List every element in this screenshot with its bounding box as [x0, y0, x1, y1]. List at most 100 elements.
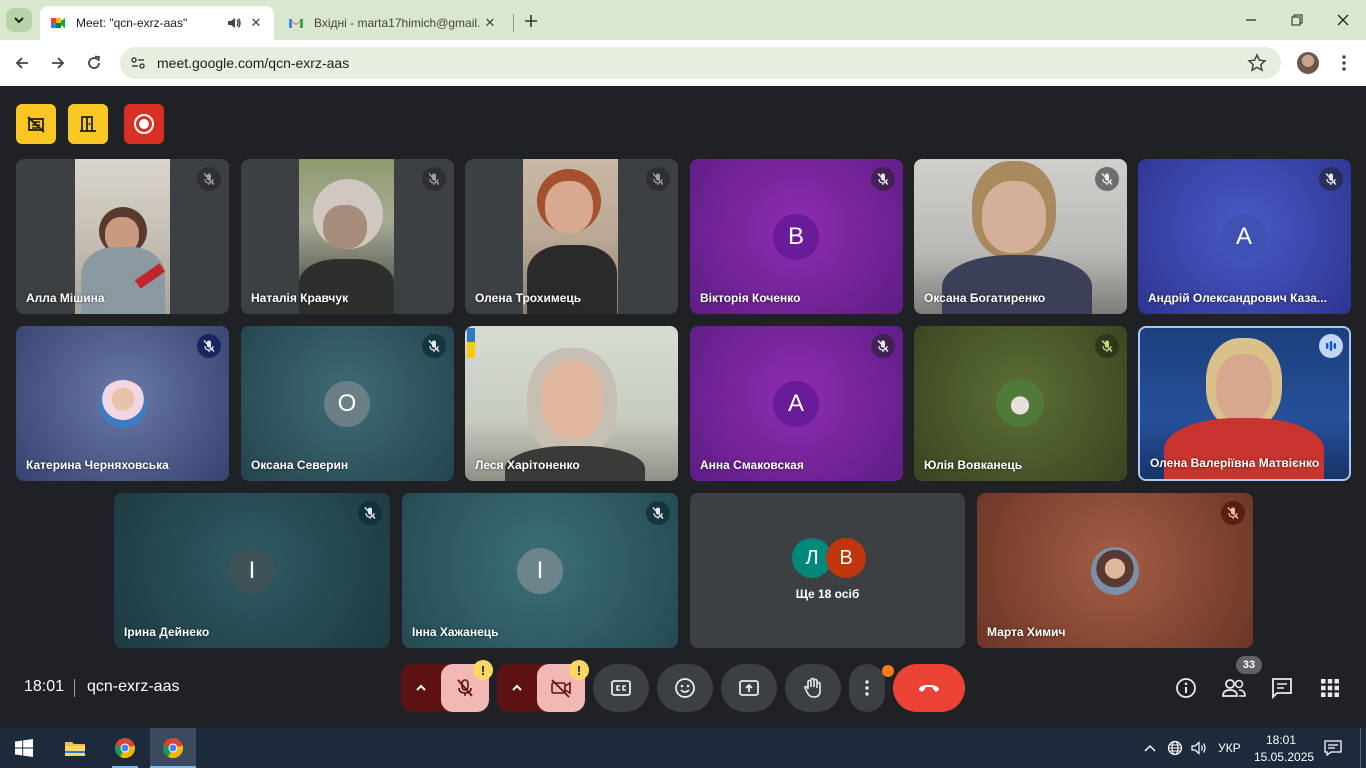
forward-button[interactable] [44, 49, 72, 77]
participant-tile[interactable]: А Андрій Олександрович Каза... [1138, 159, 1351, 314]
gmail-icon [289, 19, 303, 28]
participant-name: Юлія Вовканець [924, 458, 1023, 472]
mic-off-icon [877, 340, 889, 352]
close-icon[interactable]: ✕ [248, 15, 264, 31]
close-window-button[interactable] [1320, 0, 1366, 40]
mic-off-icon [457, 679, 473, 697]
meet-main: Алла Мішина Наталія Кравчук Олена Трохим… [0, 87, 1366, 728]
participant-avatar: В [826, 538, 866, 578]
audio-options-button[interactable] [401, 664, 441, 712]
notification-icon [1324, 740, 1342, 757]
raise-hand-button[interactable] [785, 664, 841, 712]
muted-mic-indicator [197, 167, 221, 191]
participant-tile[interactable]: Оксана Богатиренко [914, 159, 1127, 314]
taskbar-chrome-2[interactable] [150, 728, 196, 768]
host-controls-indicator[interactable] [68, 104, 108, 144]
captions-button[interactable] [593, 664, 649, 712]
url-text[interactable]: meet.google.com/qcn-exrz-aas [157, 55, 349, 71]
profile-avatar[interactable] [1297, 52, 1319, 74]
participant-tile[interactable]: Катерина Черняховська [16, 326, 229, 481]
close-icon [1337, 14, 1349, 26]
arrow-right-icon [52, 57, 65, 69]
minimize-icon [1246, 19, 1256, 21]
participant-tile[interactable]: Марта Химич [977, 493, 1253, 648]
taskbar-chrome-1[interactable] [102, 728, 148, 768]
no-feed-icon [27, 116, 45, 133]
present-screen-button[interactable] [721, 664, 777, 712]
taskbar-file-explorer[interactable] [52, 728, 98, 768]
participant-name: Вікторія Коченко [700, 291, 801, 305]
windows-taskbar: УКР 18:01 15.05.2025 [0, 728, 1366, 768]
show-hidden-icons-button[interactable] [1140, 728, 1160, 768]
participant-tile[interactable]: Алла Мішина [16, 159, 229, 314]
volume-control[interactable] [1188, 728, 1210, 768]
audio-level-icon [1326, 341, 1336, 351]
new-tab-button[interactable] [520, 10, 542, 32]
chevron-up-icon [416, 684, 426, 691]
address-bar[interactable]: meet.google.com/qcn-exrz-aas [120, 47, 1281, 79]
emoji-icon [675, 678, 695, 698]
video-options-button[interactable] [497, 664, 537, 712]
participant-name: Леся Харітоненко [475, 458, 580, 472]
reload-button[interactable] [80, 49, 108, 77]
participant-tile[interactable]: І Інна Хажанець [402, 493, 678, 648]
people-button[interactable] [1220, 674, 1248, 702]
speaker-icon[interactable] [226, 15, 242, 31]
google-meet-icon [51, 18, 65, 28]
tab-meet[interactable]: Meet: "qcn-exrz-aas" ✕ [40, 6, 274, 40]
participant-avatar: А [773, 381, 819, 427]
participant-count-badge: 33 [1236, 656, 1262, 674]
participant-tile[interactable]: Наталія Кравчук [241, 159, 454, 314]
participant-tile-speaking[interactable]: Олена Валеріївна Матвієнко [1138, 326, 1351, 481]
participant-tile[interactable]: Юлія Вовканець [914, 326, 1127, 481]
action-center-button[interactable] [1318, 728, 1348, 768]
closed-captions-icon [611, 680, 631, 696]
tab-search-button[interactable] [6, 8, 32, 32]
chat-button[interactable] [1268, 674, 1296, 702]
recording-indicator[interactable] [124, 104, 164, 144]
activities-button[interactable] [1316, 674, 1344, 702]
input-language[interactable]: УКР [1218, 741, 1241, 755]
restore-button[interactable] [1274, 0, 1320, 40]
start-button[interactable] [0, 728, 48, 768]
show-desktop-button[interactable] [1360, 728, 1366, 768]
call-end-icon [919, 685, 939, 692]
muted-mic-indicator [646, 167, 670, 191]
network-status[interactable] [1164, 728, 1186, 768]
arrow-left-icon [15, 57, 28, 69]
meeting-details-button[interactable] [1172, 674, 1200, 702]
camera-off-icon [551, 679, 571, 698]
participant-name: Олена Валеріївна Матвієнко [1150, 456, 1320, 470]
participant-tile[interactable]: В Вікторія Коченко [690, 159, 903, 314]
participant-tile[interactable]: О Оксана Северин [241, 326, 454, 481]
participant-name: Катерина Черняховська [26, 458, 169, 472]
participant-tile[interactable]: І Ірина Дейнеко [114, 493, 390, 648]
chrome-icon [162, 738, 184, 759]
mic-off-icon [364, 507, 376, 519]
no-video-feed-indicator[interactable] [16, 104, 56, 144]
divider [74, 679, 75, 697]
bookmark-star-icon[interactable] [1247, 53, 1267, 73]
participant-name: Оксана Богатиренко [924, 291, 1046, 305]
browser-menu-button[interactable] [1334, 50, 1354, 76]
close-icon[interactable]: ✕ [482, 15, 498, 31]
participant-tile[interactable]: А Анна Смаковская [690, 326, 903, 481]
info-icon [1176, 678, 1196, 698]
tab-gmail[interactable]: Вхідні - marta17himich@gmail. ✕ [278, 6, 508, 40]
participant-tile[interactable]: Леся Харітоненко [465, 326, 678, 481]
site-settings-icon[interactable] [130, 55, 146, 71]
reload-icon [88, 55, 101, 69]
minimize-button[interactable] [1228, 0, 1274, 40]
hand-icon [804, 677, 821, 698]
taskbar-time[interactable]: 18:01 [1266, 733, 1296, 747]
chevron-down-icon [14, 17, 24, 24]
taskbar-date[interactable]: 15.05.2025 [1254, 750, 1314, 764]
reactions-button[interactable] [657, 664, 713, 712]
back-button[interactable] [8, 49, 36, 77]
more-options-button[interactable] [849, 664, 885, 712]
participant-tile[interactable]: Олена Трохимець [465, 159, 678, 314]
leave-call-button[interactable] [893, 664, 965, 712]
chevron-up-icon [1144, 744, 1156, 752]
mic-off-icon [1325, 173, 1337, 185]
more-participants-tile[interactable]: Л В Ще 18 осіб [690, 493, 965, 648]
